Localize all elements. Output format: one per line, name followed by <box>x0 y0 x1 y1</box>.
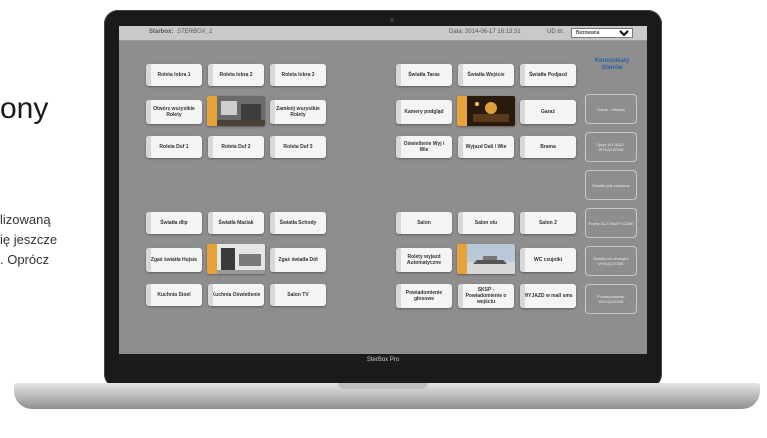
salon-table-button[interactable]: Salon stu <box>458 212 514 234</box>
status-message-2: Opcja WYJAZD - WYŁĄCZONE <box>585 132 637 162</box>
lights-off-downstairs-button[interactable]: Zgaś światła Dół <box>270 248 326 272</box>
mode-select[interactable]: Bezowana <box>571 28 633 38</box>
status-message-3: Światło jest zapalone <box>585 170 637 200</box>
side-text-line-2: ię jeszcze <box>0 232 58 247</box>
lights-2-button[interactable]: Światła Maziak <box>208 212 264 234</box>
lighting-button[interactable]: Oświetlenie Wyj / Wie <box>396 136 452 158</box>
close-all-blinds-button[interactable]: Zamknij wszystkie Rolety <box>270 100 326 124</box>
status-message-5: Światło na zewnątrz WYŁĄCZONE <box>585 246 637 276</box>
room-thumbnail-3[interactable] <box>207 244 265 274</box>
lights-terrace-button[interactable]: Światła Taras <box>396 64 452 86</box>
laptop-notch <box>338 383 428 389</box>
entry-notification-button[interactable]: SKSP - Powiadomienie o wejściu <box>458 284 514 308</box>
roleta-dol-2-button[interactable]: Roleta Duf 2 <box>208 136 264 158</box>
side-title: ony <box>0 92 49 125</box>
user-label: UD dr. <box>547 29 565 35</box>
date-time: Data: 2014-06-17 16:13:31 <box>449 29 521 35</box>
status-message-6: Powiadomienie WYŁĄCZONE <box>585 284 637 314</box>
lights-stairs-button[interactable]: Światła Schody <box>270 212 326 234</box>
roleta-gora-2-button[interactable]: Roleta lobra 2 <box>208 64 264 86</box>
side-text-line-1: lizowaną <box>0 212 51 227</box>
salon-button[interactable]: Salon <box>396 212 452 234</box>
lights-1-button[interactable]: Światła dlip <box>146 212 202 234</box>
camera-icon <box>390 18 394 22</box>
kitchen-table-button[interactable]: Kuchnia Stoel <box>146 284 202 306</box>
app-screen: Starbox: STERBOX_1 Data: 2014-06-17 16:1… <box>119 26 647 367</box>
side-text-line-3: . Oprócz <box>0 252 50 267</box>
screen-footer: SterBox Pro <box>119 354 647 367</box>
departure-sms-button[interactable]: WYJAZD w mall sms <box>520 284 576 308</box>
roleta-gora-1-button[interactable]: Roleta lobra 1 <box>146 64 202 86</box>
garage-button[interactable]: Garaż <box>520 100 576 124</box>
kitchen-lighting-button[interactable]: Kuchnia Oświetlenie <box>208 284 264 306</box>
auto-blinds-button[interactable]: Rolety wyjazd Automatyczne <box>396 248 452 272</box>
voice-notification-button[interactable]: Powiadomienie głosowe <box>396 284 452 308</box>
roleta-dol-1-button[interactable]: Roleta Duf 1 <box>146 136 202 158</box>
cameras-preview-button[interactable]: Kamery podgląd <box>396 100 452 124</box>
departure-button[interactable]: Wyjazd Dali / Wie <box>458 136 514 158</box>
sterbox-name: STERBOX_1 <box>177 29 213 35</box>
sterbox-label: Starbox: <box>149 29 174 35</box>
room-thumbnail-4[interactable] <box>457 244 515 274</box>
roleta-gora-3-button[interactable]: Roleta lobra 3 <box>270 64 326 86</box>
gate-button[interactable]: Brama <box>520 136 576 158</box>
status-message-4: Rolety AUTOMATYCZNE <box>585 208 637 238</box>
status-panel-title: Komunikaty Stanów <box>594 58 630 71</box>
room-thumbnail-1[interactable] <box>207 96 265 126</box>
roleta-dol-3-button[interactable]: Roleta Duf 3 <box>270 136 326 158</box>
salon-2-button[interactable]: Salon 2 <box>520 212 576 234</box>
living-room-tv-button[interactable]: Salon TV <box>270 284 326 306</box>
lights-entrance-button[interactable]: Światła Wejście <box>458 64 514 86</box>
room-thumbnail-2[interactable] <box>457 96 515 126</box>
lights-driveway-button[interactable]: Światła Podjazd <box>520 64 576 86</box>
wc-sensors-button[interactable]: WC czujniki <box>520 248 576 272</box>
status-message-1: Garaż - Otwarty <box>585 94 637 124</box>
open-all-blinds-button[interactable]: Otwórz wszystkie Rolety <box>146 100 202 124</box>
top-bar: Starbox: STERBOX_1 Data: 2014-06-17 16:1… <box>119 26 647 41</box>
lights-off-upstairs-button[interactable]: Zgaś światła Hujsie <box>146 248 202 272</box>
